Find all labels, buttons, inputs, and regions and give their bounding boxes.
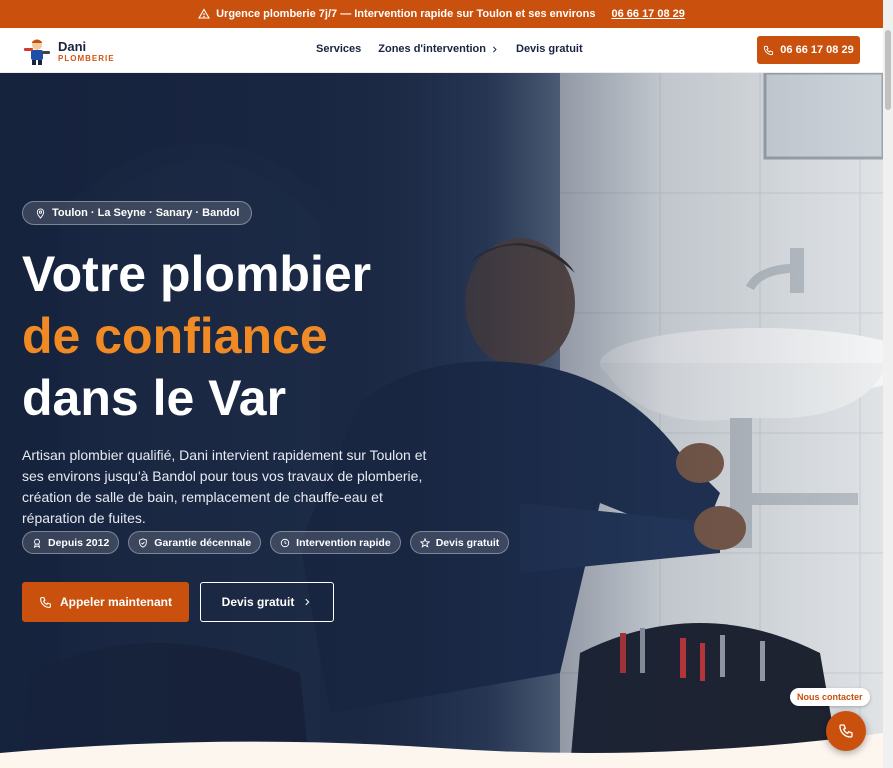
badge-label: Depuis 2012 xyxy=(48,536,110,549)
clock-icon xyxy=(280,538,290,547)
nav-label: Services xyxy=(316,43,362,55)
phone-icon xyxy=(839,724,853,738)
urgency-phone-link[interactable]: 06 66 17 08 29 xyxy=(611,8,684,20)
page-scrollbar[interactable] xyxy=(883,0,893,768)
chevron-right-icon xyxy=(305,598,310,606)
nav-label: Zones d'intervention xyxy=(378,43,486,55)
location-text: Toulon · La Seyne · Sanary · Bandol xyxy=(52,207,240,219)
floating-call-button[interactable] xyxy=(826,711,866,751)
chevron-right-icon xyxy=(493,46,497,52)
phone-icon xyxy=(40,596,51,608)
logo[interactable]: Dani PLOMBERIE xyxy=(22,36,115,66)
badge-free-quote: Devis gratuit xyxy=(409,531,510,554)
contact-tooltip[interactable]: Nous contacter xyxy=(790,688,870,706)
badge-label: Devis gratuit xyxy=(435,536,500,549)
badge-label: Intervention rapide xyxy=(296,536,391,549)
logo-name: Dani xyxy=(58,38,87,54)
hero-title: Votre plombier de confiance dans le Var xyxy=(22,243,371,429)
badge-guarantee: Garantie décennale xyxy=(128,531,262,554)
nav-item-devis[interactable]: Devis gratuit xyxy=(516,43,583,55)
main-nav: Services Zones d'intervention Devis grat… xyxy=(316,43,583,55)
urgency-banner: Urgence plomberie 7j/7 — Intervention ra… xyxy=(0,0,883,28)
map-pin-icon xyxy=(36,208,45,219)
call-now-label: Appeler maintenant xyxy=(59,595,173,609)
hero-title-line3: dans le Var xyxy=(22,370,287,426)
header-call-button[interactable]: 06 66 17 08 29 xyxy=(757,36,860,64)
badge-label: Garantie décennale xyxy=(154,536,252,549)
plumber-mascot-icon xyxy=(24,39,50,65)
hero-description: Artisan plombier qualifié, Dani intervie… xyxy=(22,447,427,526)
header-call-label: 06 66 17 08 29 xyxy=(780,44,854,56)
warning-icon xyxy=(198,8,211,19)
logo-subtitle: PLOMBERIE xyxy=(58,53,115,63)
urgency-message: Urgence plomberie 7j/7 — Intervention ra… xyxy=(216,8,596,20)
star-icon xyxy=(419,537,430,548)
award-icon xyxy=(33,538,41,548)
badge-fast: Intervention rapide xyxy=(270,531,401,554)
phone-icon xyxy=(764,45,774,55)
free-quote-label: Devis gratuit xyxy=(221,595,295,609)
location-badge: Toulon · La Seyne · Sanary · Bandol xyxy=(22,201,253,225)
trust-badges: Depuis 2012 Garantie décennale Intervent… xyxy=(22,531,510,554)
call-now-button[interactable]: Appeler maintenant xyxy=(22,582,189,622)
hero-title-accent: de confiance xyxy=(22,308,328,364)
scrollbar-thumb[interactable] xyxy=(885,30,891,110)
hero-section: Toulon · La Seyne · Sanary · Bandol Votr… xyxy=(0,73,883,768)
hero-title-line1: Votre plombier xyxy=(22,246,372,302)
nav-item-services[interactable]: Services xyxy=(316,43,361,55)
badge-since: Depuis 2012 xyxy=(22,531,120,554)
nav-label: Devis gratuit xyxy=(516,43,583,55)
hero-wave-divider xyxy=(0,733,883,768)
shield-icon xyxy=(139,537,148,548)
site-header: Dani PLOMBERIE Services Zones d'interven… xyxy=(0,28,883,73)
nav-item-zones[interactable]: Zones d'intervention xyxy=(378,43,499,55)
free-quote-button[interactable]: Devis gratuit xyxy=(200,582,334,622)
